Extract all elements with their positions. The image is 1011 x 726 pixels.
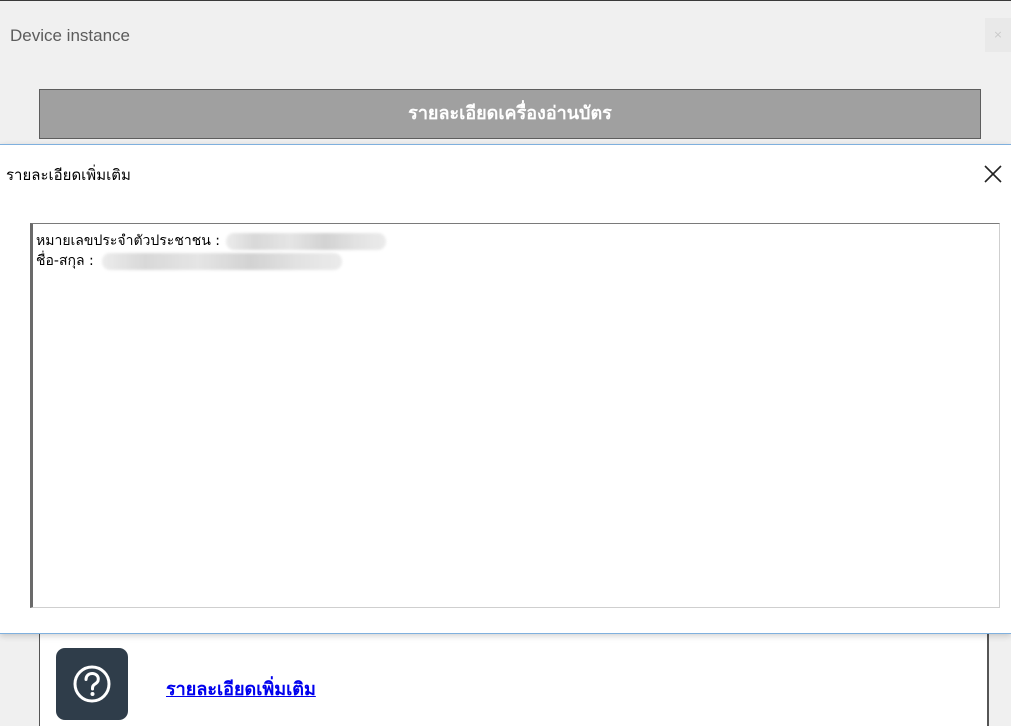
more-details-link[interactable]: รายละเอียดเพิ่มเติม <box>166 674 316 703</box>
citizen-id-value-redacted <box>225 233 386 250</box>
help-question-icon[interactable] <box>56 648 128 720</box>
window-top-border <box>0 0 1011 1</box>
details-dialog: รายละเอียดเพิ่มเติม หมายเลขประจำตัวประชา… <box>0 144 1011 634</box>
full-name-value-redacted <box>101 253 342 270</box>
full-name-label: ชื่อ-สกุล : <box>36 253 94 269</box>
dialog-title: รายละเอียดเพิ่มเติม <box>6 166 131 184</box>
citizen-id-label: หมายเลขประจำตัวประชาชน : <box>36 233 220 249</box>
close-icon <box>984 165 1002 183</box>
card-reader-details-button[interactable]: รายละเอียดเครื่องอ่านบัตร <box>39 89 981 139</box>
screen: Device instance × รายละเอียดเครื่องอ่านบ… <box>0 0 1011 726</box>
window-close-button[interactable]: × <box>985 18 1011 52</box>
details-textbox[interactable]: หมายเลขประจำตัวประชาชน : ชื่อ-สกุล : <box>30 223 1000 608</box>
window-title: Device instance <box>10 26 131 45</box>
full-name-line: ชื่อ-สกุล : <box>36 251 999 271</box>
citizen-id-line: หมายเลขประจำตัวประชาชน : <box>36 231 999 251</box>
dialog-close-button[interactable] <box>978 159 1008 189</box>
help-card: รายละเอียดเพิ่มเติม <box>39 632 989 726</box>
